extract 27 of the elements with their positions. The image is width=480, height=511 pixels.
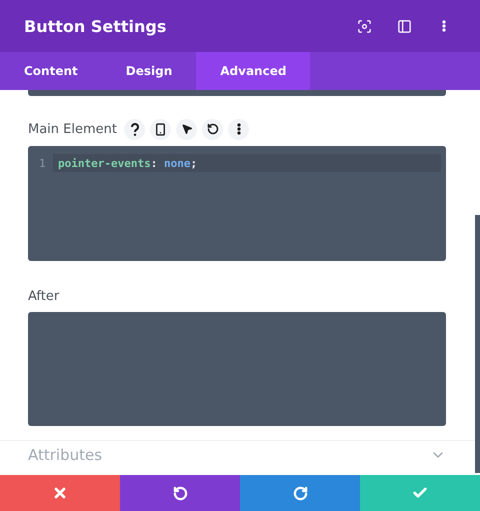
redo-button[interactable] [240, 475, 360, 511]
redo-icon [292, 486, 308, 500]
help-icon [130, 122, 140, 136]
tab[interactable]: Advanced [196, 52, 310, 90]
tab[interactable]: Design [102, 52, 196, 90]
phone-icon [154, 122, 167, 136]
focus-icon [356, 18, 372, 34]
reset-button[interactable] [202, 118, 223, 140]
close-icon [52, 485, 68, 501]
undo-icon [172, 486, 188, 500]
cursor-icon [180, 123, 192, 135]
panel-icon [396, 18, 412, 34]
responsive-button[interactable] [150, 118, 171, 140]
options-button[interactable] [228, 118, 249, 140]
tab[interactable]: Content [0, 52, 102, 90]
code-editor[interactable]: 1 pointer-events: none; [28, 146, 446, 261]
field-label: Main Element [28, 122, 117, 136]
hover-button[interactable] [176, 118, 197, 140]
help-button[interactable] [124, 118, 145, 140]
line-number: 1 [38, 156, 47, 170]
reset-icon [206, 123, 218, 135]
panel-title: Button Settings [24, 16, 168, 36]
undo-button[interactable] [120, 475, 240, 511]
more-icon [442, 20, 446, 32]
scrollbar[interactable] [475, 215, 480, 473]
field-label: After [28, 289, 60, 304]
more-icon [236, 123, 240, 135]
